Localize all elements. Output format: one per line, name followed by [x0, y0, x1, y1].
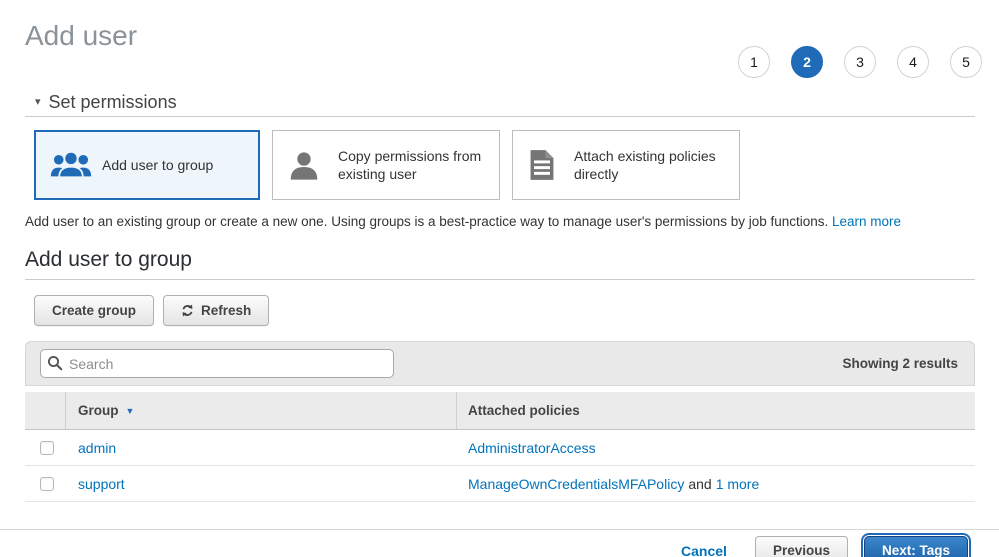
- table-row: support ManageOwnCredentialsMFAPolicyand…: [25, 466, 975, 502]
- description-text: Add user to an existing group or create …: [25, 214, 828, 229]
- row-policies-cell: ManageOwnCredentialsMFAPolicyand 1 more: [457, 466, 975, 501]
- policy-more-link[interactable]: 1 more: [716, 476, 760, 492]
- step-5[interactable]: 5: [950, 46, 982, 78]
- step-3[interactable]: 3: [844, 46, 876, 78]
- permissions-description: Add user to an existing group or create …: [25, 213, 975, 230]
- option-attach-policies[interactable]: Attach existing policies directly: [512, 130, 740, 200]
- group-link[interactable]: support: [78, 476, 125, 492]
- learn-more-link[interactable]: Learn more: [832, 214, 901, 229]
- create-group-button[interactable]: Create group: [34, 295, 154, 326]
- header-group-column[interactable]: Group ▼: [66, 392, 457, 429]
- table-toolbar: Showing 2 results: [25, 341, 975, 386]
- option-add-user-to-group[interactable]: Add user to group: [34, 130, 260, 200]
- step-2-active[interactable]: 2: [791, 46, 823, 78]
- table-row: admin AdministratorAccess: [25, 430, 975, 466]
- search-icon: [47, 355, 63, 376]
- divider: [25, 279, 975, 280]
- user-icon: [288, 149, 320, 181]
- results-count: Showing 2 results: [842, 356, 958, 371]
- search-input[interactable]: [40, 349, 394, 378]
- refresh-icon: [181, 304, 194, 317]
- wizard-footer: Cancel Previous Next: Tags: [0, 529, 999, 557]
- option-label: Attach existing policies directly: [574, 147, 729, 183]
- policies-column-label: Attached policies: [468, 403, 580, 418]
- group-column-label: Group: [78, 403, 119, 418]
- policy-join-text: and: [688, 476, 711, 492]
- option-copy-permissions[interactable]: Copy permissions from existing user: [272, 130, 500, 200]
- group-icon: [50, 149, 92, 181]
- header-policies-column: Attached policies: [457, 392, 975, 429]
- table-actions: Create group Refresh: [34, 295, 999, 326]
- row-checkbox[interactable]: [40, 441, 54, 455]
- search-box: [40, 349, 394, 378]
- sort-caret-icon: ▼: [126, 406, 135, 416]
- row-checkbox-cell: [25, 430, 66, 465]
- cancel-button[interactable]: Cancel: [681, 543, 727, 557]
- set-permissions-title: Set permissions: [49, 92, 177, 112]
- groups-table: Showing 2 results Group ▼ Attached polic…: [25, 341, 975, 502]
- row-checkbox-cell: [25, 466, 66, 501]
- row-group-cell: admin: [66, 430, 457, 465]
- header-checkbox-cell: [25, 392, 66, 429]
- document-icon: [528, 149, 556, 181]
- add-user-to-group-title: Add user to group: [25, 248, 999, 272]
- previous-button[interactable]: Previous: [755, 536, 848, 557]
- group-link[interactable]: admin: [78, 440, 116, 456]
- row-group-cell: support: [66, 466, 457, 501]
- collapse-caret-icon: ▾: [35, 92, 41, 112]
- policy-link[interactable]: AdministratorAccess: [468, 440, 596, 456]
- policy-link[interactable]: ManageOwnCredentialsMFAPolicy: [468, 476, 684, 492]
- refresh-button[interactable]: Refresh: [163, 295, 269, 326]
- step-indicator: 1 2 3 4 5: [738, 46, 982, 78]
- option-label: Add user to group: [102, 156, 213, 174]
- option-label: Copy permissions from existing user: [338, 147, 493, 183]
- row-policies-cell: AdministratorAccess: [457, 430, 975, 465]
- step-4[interactable]: 4: [897, 46, 929, 78]
- set-permissions-header[interactable]: ▾ Set permissions: [25, 92, 999, 112]
- divider: [25, 116, 975, 117]
- row-checkbox[interactable]: [40, 477, 54, 491]
- table-header-row: Group ▼ Attached policies: [25, 392, 975, 430]
- refresh-label: Refresh: [201, 303, 251, 318]
- permission-option-cards: Add user to group Copy permissions from …: [34, 130, 999, 200]
- step-1[interactable]: 1: [738, 46, 770, 78]
- next-tags-button[interactable]: Next: Tags: [864, 536, 968, 557]
